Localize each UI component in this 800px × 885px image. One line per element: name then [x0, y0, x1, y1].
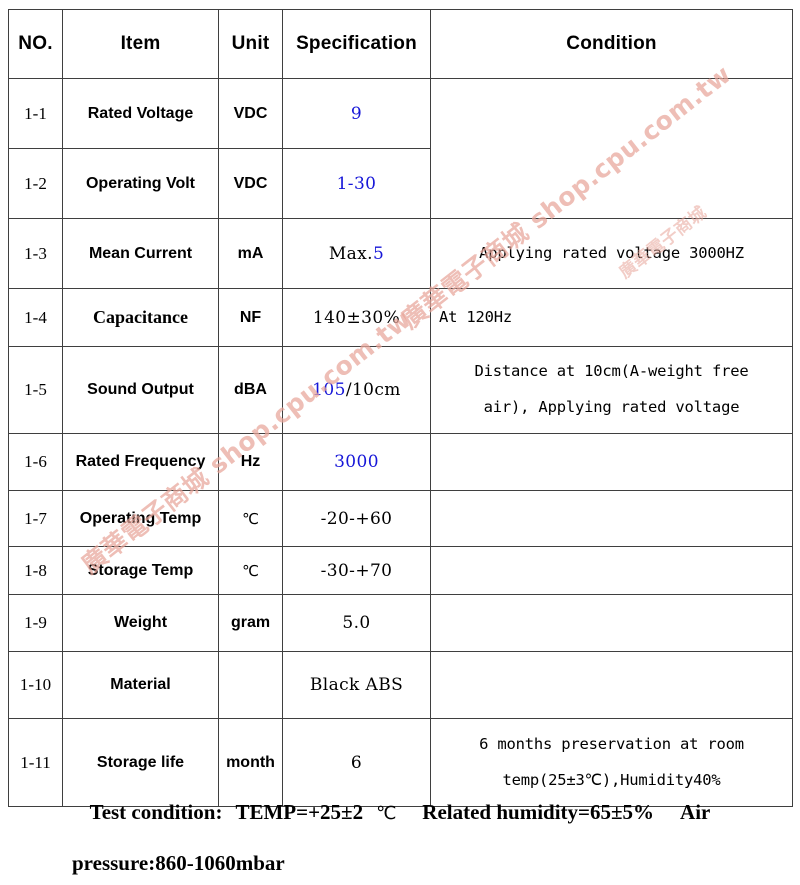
celsius-symbol: ℃ [376, 803, 397, 824]
row-unit [218, 651, 283, 719]
row-condition [430, 546, 793, 595]
row-no: 1-8 [8, 546, 63, 595]
spec-value-blue: 105 [312, 380, 346, 400]
row-specification: 1-30 [282, 148, 431, 219]
row-no: 1-10 [8, 651, 63, 719]
row-item: Capacitance [62, 288, 219, 347]
row-unit: NF [218, 288, 283, 347]
row-no: 1-7 [8, 490, 63, 547]
row-no: 1-1 [8, 78, 63, 149]
row-unit: gram [218, 594, 283, 652]
row-specification: Black ABS [282, 651, 431, 719]
air-label: Air [680, 800, 711, 824]
row-no: 1-11 [8, 718, 63, 807]
footer-note: Test condition: TEMP=+25±2 ℃ Related humidi… [0, 800, 800, 876]
row-specification: 105/10cm [282, 346, 431, 434]
row-item: Operating Volt [62, 148, 219, 219]
footer-line-2: pressure:860-1060mbar [72, 851, 285, 875]
row-item: Sound Output [62, 346, 219, 434]
row-condition [430, 594, 793, 652]
test-humidity: Related humidity=65±5% [422, 800, 655, 824]
condition-line: air), Applying rated voltage [483, 398, 740, 416]
row-unit: Hz [218, 433, 283, 491]
column-header-specification: Specification [282, 9, 431, 79]
table-row: 1-3 Mean Current mA Max.5 Applying rated… [8, 218, 793, 289]
row-unit: ℃ [218, 490, 283, 547]
column-header-unit: Unit [218, 9, 283, 79]
row-condition: Distance at 10cm(A-weight free air), App… [430, 346, 793, 434]
row-specification: 6 [282, 718, 431, 807]
row-item: Rated Frequency [62, 433, 219, 491]
table-row: 1-9 Weight gram 5.0 [8, 594, 793, 652]
row-no: 1-4 [8, 288, 63, 347]
specification-table-container: NO. Item Unit Specification Condition 1-… [8, 9, 793, 807]
spec-value-black: -30-+70 [320, 560, 393, 581]
column-header-condition: Condition [430, 9, 793, 79]
table-row: 1-1 Rated Voltage VDC 9 [8, 78, 793, 219]
spec-value-black: Max. [328, 243, 373, 264]
spec-value-black: Black ABS [309, 675, 404, 695]
row-condition: 6 months preservation at room temp(25±3℃… [430, 718, 793, 807]
row-item: Operating Temp [62, 490, 219, 547]
row-specification: -30-+70 [282, 546, 431, 595]
row-specification: -20-+60 [282, 490, 431, 547]
row-unit: month [218, 718, 283, 807]
row-no: 1-2 [8, 148, 63, 219]
row-item: Mean Current [62, 218, 219, 289]
row-no: 1-5 [8, 346, 63, 434]
row-specification: 140±30% [282, 288, 431, 347]
table-header-row: NO. Item Unit Specification Condition [8, 9, 793, 79]
row-condition: Applying rated voltage 3000HZ [430, 218, 793, 289]
table-row: 1-5 Sound Output dBA 105/10cm Distance a… [8, 346, 793, 434]
row-no: 1-3 [8, 218, 63, 289]
row-condition [430, 490, 793, 547]
spec-value-blue: 9 [350, 103, 363, 124]
row-unit: dBA [218, 346, 283, 434]
row-condition [430, 78, 793, 219]
table-row: 1-4 Capacitance NF 140±30% At 120Hz [8, 288, 793, 347]
table-row: 1-11 Storage life month 6 6 months prese… [8, 718, 793, 807]
row-unit: VDC [218, 148, 283, 219]
test-condition-label: Test condition: [89, 800, 223, 824]
footer-line-1: Test condition: TEMP=+25±2 ℃ Related humidi… [0, 800, 800, 825]
table-row: 1-8 Storage Temp ℃ -30-+70 [8, 546, 793, 595]
row-specification: 9 [282, 78, 431, 149]
table-row: 1-10 Material Black ABS [8, 651, 793, 719]
row-item: Weight [62, 594, 219, 652]
spec-value-black: /10cm [345, 380, 401, 400]
condition-line: temp(25±3℃),Humidity40% [502, 770, 721, 789]
row-unit: ℃ [218, 546, 283, 595]
spec-value-black: 6 [350, 752, 363, 773]
spec-value-blue: 1-30 [336, 173, 377, 194]
row-specification: 5.0 [282, 594, 431, 652]
spec-value-black: 5.0 [342, 613, 371, 633]
table-row: 1-7 Operating Temp ℃ -20-+60 [8, 490, 793, 547]
specification-table: NO. Item Unit Specification Condition 1-… [8, 9, 793, 807]
column-header-no: NO. [8, 9, 63, 79]
row-unit: VDC [218, 78, 283, 149]
condition-line: Distance at 10cm(A-weight free [474, 362, 749, 381]
row-item: Storage Temp [62, 546, 219, 595]
row-specification: Max.5 [282, 218, 431, 289]
row-item: Material [62, 651, 219, 719]
spec-value-black: 140±30% [312, 307, 401, 328]
row-item: Storage life [62, 718, 219, 807]
spec-value-blue: 5 [372, 243, 385, 264]
spec-value-blue: 3000 [334, 452, 379, 472]
condition-line: 6 months preservation at room [479, 734, 744, 753]
row-condition [430, 651, 793, 719]
row-unit: mA [218, 218, 283, 289]
row-no: 1-9 [8, 594, 63, 652]
table-row: 1-6 Rated Frequency Hz 3000 [8, 433, 793, 491]
row-specification: 3000 [282, 433, 431, 491]
row-no: 1-6 [8, 433, 63, 491]
row-condition: At 120Hz [430, 288, 793, 347]
row-condition [430, 433, 793, 491]
test-temperature: TEMP=+25±2 [235, 800, 364, 824]
column-header-item: Item [62, 9, 219, 79]
row-item: Rated Voltage [62, 78, 219, 149]
spec-value-black: -20-+60 [320, 508, 393, 529]
